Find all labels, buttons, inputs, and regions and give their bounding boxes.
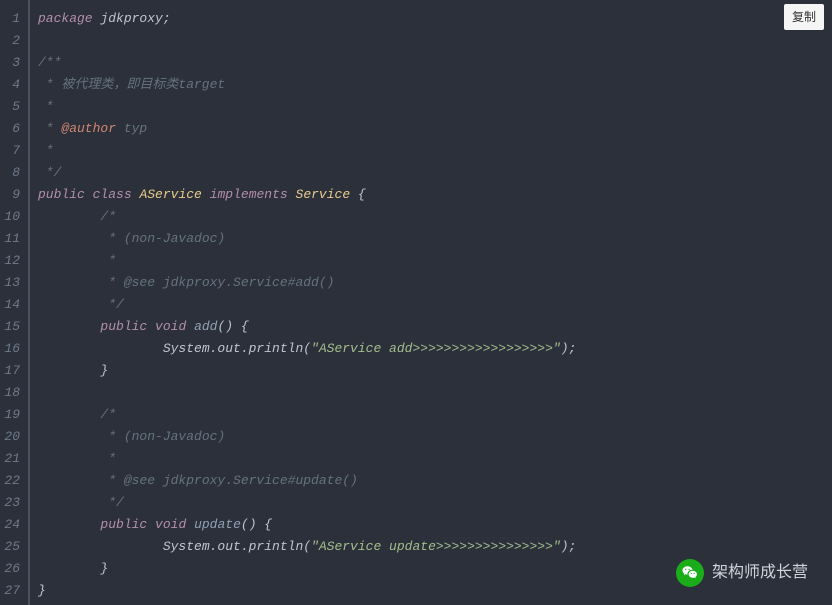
line-number: 23 bbox=[4, 492, 20, 514]
code-line: /* bbox=[38, 206, 832, 228]
code-line: } bbox=[38, 360, 832, 382]
line-number: 21 bbox=[4, 448, 20, 470]
line-number: 9 bbox=[4, 184, 20, 206]
line-number: 4 bbox=[4, 74, 20, 96]
line-gutter: 1234567891011121314151617181920212223242… bbox=[0, 0, 30, 605]
line-number: 1 bbox=[4, 8, 20, 30]
line-number: 10 bbox=[4, 206, 20, 228]
code-line: /* bbox=[38, 404, 832, 426]
line-number: 17 bbox=[4, 360, 20, 382]
line-number: 20 bbox=[4, 426, 20, 448]
code-line bbox=[38, 382, 832, 404]
line-number: 11 bbox=[4, 228, 20, 250]
line-number: 24 bbox=[4, 514, 20, 536]
code-line: * 被代理类，即目标类target bbox=[38, 74, 832, 96]
copy-button[interactable]: 复制 bbox=[784, 4, 824, 30]
line-number: 7 bbox=[4, 140, 20, 162]
watermark-text: 架构师成长营 bbox=[712, 562, 808, 584]
line-number: 13 bbox=[4, 272, 20, 294]
line-number: 6 bbox=[4, 118, 20, 140]
code-line: * @see jdkproxy.Service#add() bbox=[38, 272, 832, 294]
line-number: 25 bbox=[4, 536, 20, 558]
line-number: 27 bbox=[4, 580, 20, 602]
line-number: 18 bbox=[4, 382, 20, 404]
code-line: * @author typ bbox=[38, 118, 832, 140]
line-number: 5 bbox=[4, 96, 20, 118]
wechat-icon bbox=[676, 559, 704, 587]
code-line: * (non-Javadoc) bbox=[38, 426, 832, 448]
code-line: /** bbox=[38, 52, 832, 74]
code-line: */ bbox=[38, 162, 832, 184]
code-line: * bbox=[38, 250, 832, 272]
line-number: 16 bbox=[4, 338, 20, 360]
line-number: 15 bbox=[4, 316, 20, 338]
code-line: System.out.println("AService update>>>>>… bbox=[38, 536, 832, 558]
code-line bbox=[38, 30, 832, 52]
code-line: public class AService implements Service… bbox=[38, 184, 832, 206]
code-line: package jdkproxy; bbox=[38, 8, 832, 30]
line-number: 12 bbox=[4, 250, 20, 272]
code-line: * bbox=[38, 140, 832, 162]
line-number: 22 bbox=[4, 470, 20, 492]
code-line: * bbox=[38, 448, 832, 470]
line-number: 3 bbox=[4, 52, 20, 74]
code-line: public void add() { bbox=[38, 316, 832, 338]
code-line: */ bbox=[38, 492, 832, 514]
code-line: public void update() { bbox=[38, 514, 832, 536]
code-line: * @see jdkproxy.Service#update() bbox=[38, 470, 832, 492]
line-number: 8 bbox=[4, 162, 20, 184]
line-number: 19 bbox=[4, 404, 20, 426]
code-line: * (non-Javadoc) bbox=[38, 228, 832, 250]
watermark: 架构师成长营 bbox=[676, 559, 808, 587]
line-number: 14 bbox=[4, 294, 20, 316]
code-line: */ bbox=[38, 294, 832, 316]
code-line: System.out.println("AService add>>>>>>>>… bbox=[38, 338, 832, 360]
line-number: 26 bbox=[4, 558, 20, 580]
code-block: 1234567891011121314151617181920212223242… bbox=[0, 0, 832, 605]
line-number: 2 bbox=[4, 30, 20, 52]
code-line: * bbox=[38, 96, 832, 118]
code-area: package jdkproxy;/** * 被代理类，即目标类target *… bbox=[30, 0, 832, 605]
